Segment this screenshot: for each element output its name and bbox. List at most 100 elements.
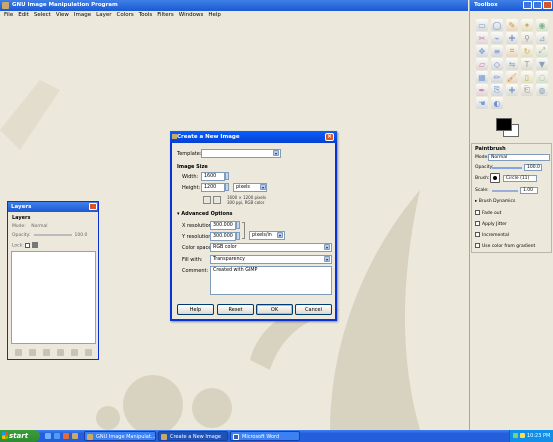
- heal-tool-icon[interactable]: ✚: [506, 84, 518, 96]
- chevron-down-icon[interactable]: ▾: [260, 184, 266, 190]
- portrait-icon[interactable]: [203, 196, 211, 204]
- lower-layer-icon[interactable]: [43, 349, 50, 356]
- yres-input[interactable]: 300.000: [210, 232, 236, 241]
- menu-image[interactable]: Image: [74, 12, 91, 20]
- paintbrush-tool-icon[interactable]: 🖌: [506, 71, 518, 83]
- text-tool-icon[interactable]: T: [521, 58, 533, 70]
- yres-spinner[interactable]: [236, 232, 240, 240]
- perspective-tool-icon[interactable]: ◇: [491, 58, 503, 70]
- eraser-tool-icon[interactable]: ▯: [521, 71, 533, 83]
- anchor-layer-icon[interactable]: [71, 349, 78, 356]
- clone-tool-icon[interactable]: ⎘: [491, 84, 503, 96]
- network-icon[interactable]: [513, 433, 518, 438]
- perspective-clone-tool-icon[interactable]: ⎗: [521, 84, 533, 96]
- media-player-icon[interactable]: [63, 433, 69, 439]
- blend-tool-icon[interactable]: ▦: [476, 71, 488, 83]
- scissors-tool-icon[interactable]: ✂: [476, 32, 488, 44]
- scale-slider[interactable]: [492, 190, 518, 192]
- lock-checkbox-icon[interactable]: [25, 242, 31, 248]
- toolbox-titlebar[interactable]: Toolbox: [470, 0, 553, 11]
- checkbox-icon[interactable]: [475, 221, 480, 226]
- chain-link-icon[interactable]: [242, 222, 245, 239]
- menu-edit[interactable]: Edit: [18, 12, 29, 20]
- layers-mode-value[interactable]: Normal: [31, 224, 47, 229]
- chevron-down-icon[interactable]: ▾: [324, 256, 330, 262]
- advanced-options-expander[interactable]: ▾ Advanced Options: [177, 211, 233, 217]
- raise-layer-icon[interactable]: [29, 349, 36, 356]
- task-gimp[interactable]: GNU Image Manipulat...: [84, 431, 156, 441]
- height-spinner[interactable]: [225, 183, 229, 191]
- height-input[interactable]: 1200: [201, 183, 225, 192]
- close-icon[interactable]: [89, 203, 97, 210]
- menu-view[interactable]: View: [56, 12, 69, 20]
- browser-icon[interactable]: [54, 433, 60, 439]
- menu-filters[interactable]: Filters: [157, 12, 174, 20]
- fill-select[interactable]: Transparency: [210, 255, 332, 264]
- close-icon[interactable]: ×: [325, 133, 334, 141]
- free-select-tool-icon[interactable]: ✎: [506, 19, 518, 31]
- menu-select[interactable]: Select: [34, 12, 51, 20]
- chevron-down-icon[interactable]: ▾: [324, 244, 330, 250]
- reset-button[interactable]: Reset: [217, 304, 254, 315]
- option-incremental[interactable]: Incremental: [475, 232, 509, 238]
- ellipse-select-tool-icon[interactable]: ◯: [491, 19, 503, 31]
- checkbox-icon[interactable]: [475, 243, 480, 248]
- chevron-down-icon[interactable]: ▾: [277, 232, 283, 238]
- start-button[interactable]: start: [0, 430, 40, 442]
- task-new-image[interactable]: Create a New Image: [158, 431, 228, 441]
- scale-tool-icon[interactable]: ⤢: [536, 45, 548, 57]
- color-picker-tool-icon[interactable]: ✚: [506, 32, 518, 44]
- xres-input[interactable]: 300.000: [210, 221, 236, 230]
- option-use-gradient[interactable]: Use color from gradient: [475, 243, 535, 249]
- width-input[interactable]: 1600: [201, 172, 225, 181]
- flip-tool-icon[interactable]: ⇋: [506, 58, 518, 70]
- landscape-icon[interactable]: [213, 196, 221, 204]
- checkbox-icon[interactable]: [475, 210, 480, 215]
- option-apply-jitter[interactable]: Apply Jitter: [475, 221, 507, 227]
- cancel-button[interactable]: Cancel: [295, 304, 332, 315]
- close-icon[interactable]: [543, 1, 552, 9]
- option-brush-dynamics[interactable]: ▸ Brush Dynamics: [475, 199, 515, 204]
- opacity-value[interactable]: 100.0: [524, 164, 542, 171]
- volume-icon[interactable]: [520, 433, 525, 438]
- main-window-titlebar[interactable]: GNU Image Manipulation Program: [0, 0, 468, 11]
- rect-select-tool-icon[interactable]: ▭: [476, 19, 488, 31]
- blur-tool-icon[interactable]: ◍: [536, 84, 548, 96]
- maximize-icon[interactable]: [533, 1, 542, 9]
- pencil-tool-icon[interactable]: ✏: [491, 71, 503, 83]
- move-tool-icon[interactable]: ✥: [476, 45, 488, 57]
- paths-tool-icon[interactable]: ⌁: [491, 32, 503, 44]
- minimize-icon[interactable]: [523, 1, 532, 9]
- select-by-color-tool-icon[interactable]: ◉: [536, 19, 548, 31]
- menu-windows[interactable]: Windows: [179, 12, 204, 20]
- airbrush-tool-icon[interactable]: ◌: [536, 71, 548, 83]
- clock[interactable]: 10:23 PM: [527, 433, 550, 439]
- menu-tools[interactable]: Tools: [139, 12, 153, 20]
- dodge-burn-tool-icon[interactable]: ◐: [491, 97, 503, 109]
- rotate-tool-icon[interactable]: ↻: [521, 45, 533, 57]
- layers-opacity-value[interactable]: 100.0: [75, 233, 88, 238]
- bucket-fill-tool-icon[interactable]: ▼: [536, 58, 548, 70]
- comment-textarea[interactable]: Created with GIMP: [210, 266, 332, 295]
- new-layer-icon[interactable]: [15, 349, 22, 356]
- layers-titlebar[interactable]: Layers: [8, 202, 98, 212]
- colorspace-select[interactable]: RGB color: [210, 243, 332, 252]
- template-select[interactable]: [201, 149, 281, 158]
- smudge-tool-icon[interactable]: ☚: [476, 97, 488, 109]
- delete-layer-icon[interactable]: [85, 349, 92, 356]
- ok-button[interactable]: OK: [256, 304, 293, 315]
- mode-select[interactable]: Normal: [488, 154, 550, 161]
- menu-file[interactable]: File: [4, 12, 13, 20]
- align-tool-icon[interactable]: ≡: [491, 45, 503, 57]
- ink-tool-icon[interactable]: ✒: [476, 84, 488, 96]
- menu-colors[interactable]: Colors: [116, 12, 133, 20]
- layers-opacity-slider[interactable]: [33, 233, 72, 236]
- opacity-slider[interactable]: [492, 167, 522, 169]
- help-button[interactable]: Help: [177, 304, 214, 315]
- layers-list[interactable]: [11, 251, 96, 344]
- option-fade-out[interactable]: Fade out: [475, 210, 501, 216]
- task-word[interactable]: Microsoft Word: [230, 431, 300, 441]
- dialog-titlebar[interactable]: Create a New Image ×: [170, 131, 337, 143]
- menu-layer[interactable]: Layer: [96, 12, 111, 20]
- chevron-down-icon[interactable]: ▾: [273, 150, 279, 156]
